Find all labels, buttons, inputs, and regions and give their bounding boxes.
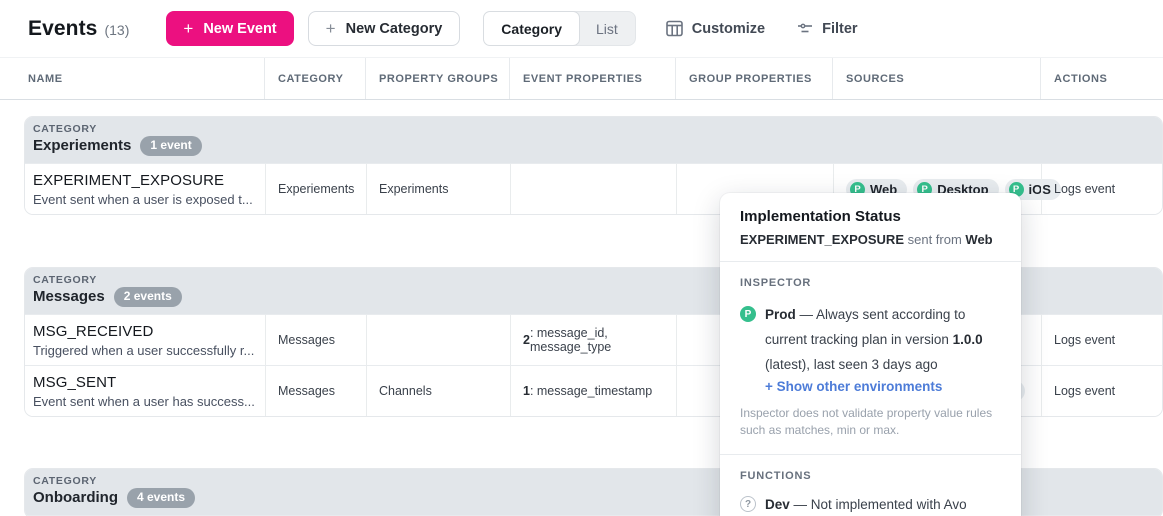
popover-source-name: Web [965,232,992,247]
view-toggle: Category List [483,11,635,46]
category-label: CATEGORY [33,123,1162,135]
filter-label: Filter [822,21,857,37]
event-name-cell: MSG_RECEIVED Triggered when a user succe… [25,315,265,365]
column-header-event-properties: EVENT PROPERTIES [509,58,675,99]
category-cell: Messages [265,315,366,365]
property-groups-cell [366,315,510,365]
column-header-property-groups: PROPERTY GROUPS [365,58,509,99]
columns-table-icon [666,20,683,37]
event-name-cell: EXPERIMENT_EXPOSURE Event sent when a us… [25,164,265,214]
event-count-badge: 2 events [114,287,182,307]
column-header-group-properties: GROUP PROPERTIES [675,58,832,99]
new-category-label: New Category [346,21,443,37]
functions-status-text: Dev — Not implemented with Avo Functions [765,495,1001,516]
popover-event-name: EXPERIMENT_EXPOSURE [740,232,904,247]
popover-title: Implementation Status [740,208,1001,225]
event-description: Triggered when a user successfully r... [33,343,254,358]
question-mark-icon: ? [740,496,756,512]
category-name: Experiements [33,137,131,154]
event-name: MSG_SENT [33,374,116,391]
functions-label: FUNCTIONS [740,470,1001,482]
implementation-status-popover: Implementation Status EXPERIMENT_EXPOSUR… [720,193,1021,516]
inspector-note: Inspector does not validate property val… [740,405,1001,439]
column-header-sources: SOURCES [832,58,1040,99]
event-properties-cell: 2 : message_id, message_type [510,315,676,365]
column-header-category: CATEGORY [264,58,365,99]
events-page: Events (13) + New Event + New Category C… [0,0,1163,516]
event-count-badge: 1 event [140,136,201,156]
actions-cell: Logs event [1041,315,1162,365]
event-description: Event sent when a user has success... [33,394,255,409]
page-title: Events (13) [28,17,129,41]
inspector-status-text: Prod — Always sent according to current … [765,302,1001,377]
category-band: CATEGORY Experiements 1 event [25,117,1162,163]
customize-label: Customize [692,21,765,37]
functions-section: FUNCTIONS ? Dev — Not implemented with A… [720,454,1021,516]
table-header: NAME CATEGORY PROPERTY GROUPS EVENT PROP… [0,57,1163,100]
inspector-section: INSPECTOR P Prod — Always sent according… [720,261,1021,454]
category-name: Messages [33,288,105,305]
inspector-label: INSPECTOR [740,277,1001,289]
show-other-environments-link[interactable]: + Show other environments [765,379,1001,394]
event-name: MSG_RECEIVED [33,323,153,340]
filter-button[interactable]: Filter [797,21,857,37]
actions-cell: Logs event [1041,366,1162,416]
event-name: EXPERIMENT_EXPOSURE [33,172,224,189]
column-header-name: NAME [0,58,264,99]
column-header-actions: ACTIONS [1040,58,1163,99]
event-properties-cell [510,164,676,214]
new-category-button[interactable]: + New Category [308,11,461,46]
new-event-label: New Event [203,21,276,37]
property-groups-cell: Channels [366,366,510,416]
event-properties-cell: 1 : message_timestamp [510,366,676,416]
filter-icon [797,22,813,36]
new-event-button[interactable]: + New Event [166,11,293,46]
actions-cell: Logs event [1041,164,1162,214]
toggle-category[interactable]: Category [483,11,580,46]
category-name: Onboarding [33,489,118,506]
popover-subtitle: EXPERIMENT_EXPOSURE sent from Web [740,232,1001,247]
customize-button[interactable]: Customize [666,20,765,37]
events-count: (13) [104,22,129,38]
event-description: Event sent when a user is exposed t... [33,192,253,207]
event-count-badge: 4 events [127,488,195,508]
category-cell: Messages [265,366,366,416]
toolbar: Events (13) + New Event + New Category C… [0,0,1163,57]
toggle-list[interactable]: List [579,12,635,45]
plus-icon: + [326,20,336,37]
page-title-text: Events [28,17,97,41]
plus-icon: + [183,20,193,37]
event-name-cell: MSG_SENT Event sent when a user has succ… [25,366,265,416]
property-groups-cell: Experiments [366,164,510,214]
category-cell: Experiements [265,164,366,214]
prod-status-icon: P [740,306,756,322]
